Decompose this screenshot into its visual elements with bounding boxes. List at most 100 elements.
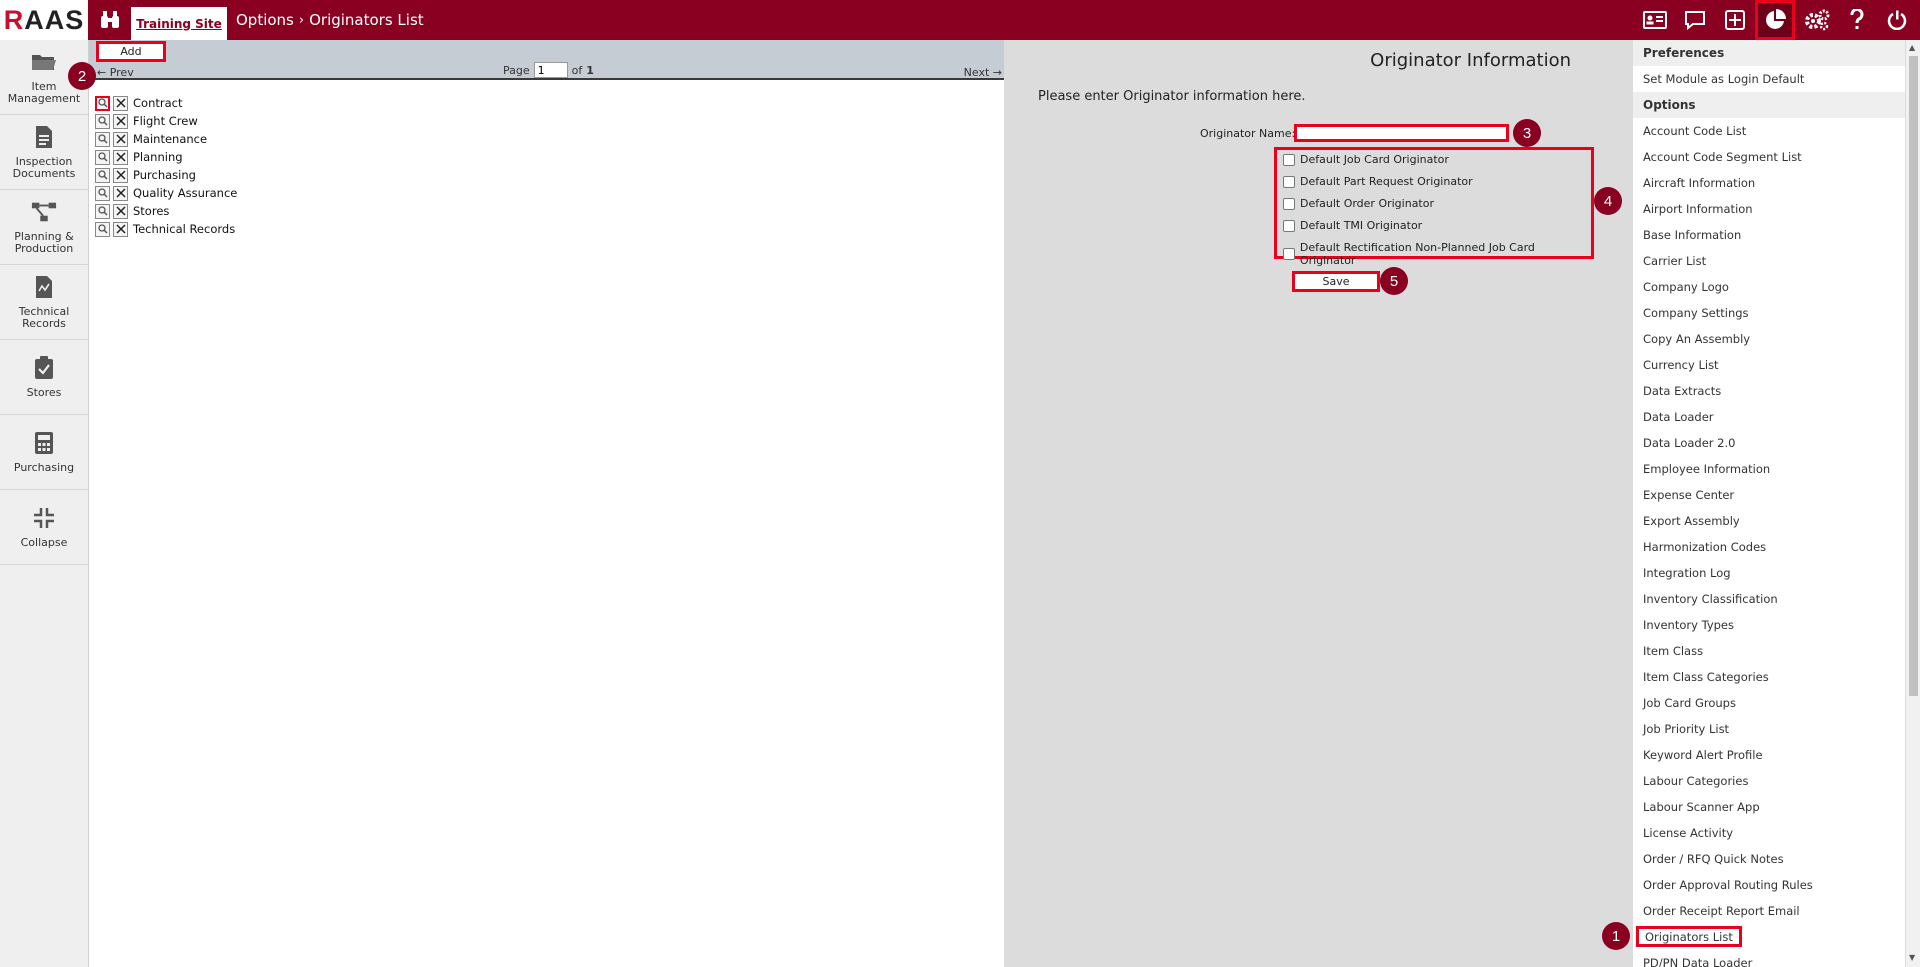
prev-link[interactable]: ← Prev (97, 66, 134, 79)
delete-icon[interactable] (113, 149, 128, 165)
checkbox-label[interactable]: Default Rectification Non-Planned Job Ca… (1300, 241, 1591, 267)
menu-item[interactable]: Item Class (1643, 644, 1703, 658)
row-label[interactable]: Purchasing (133, 168, 196, 182)
checkbox-label[interactable]: Default Job Card Originator (1300, 153, 1449, 166)
menu-item[interactable]: Data Loader (1643, 410, 1714, 424)
save-button[interactable]: Save (1292, 271, 1380, 292)
menu-item[interactable]: Harmonization Codes (1643, 540, 1766, 554)
help-icon[interactable] (1837, 0, 1877, 40)
nav-technical-records[interactable]: Technical Records (0, 265, 88, 340)
menu-item[interactable]: Inventory Classification (1643, 592, 1778, 606)
menu-item[interactable]: Job Card Groups (1643, 696, 1736, 710)
checkbox[interactable] (1283, 219, 1295, 232)
power-icon[interactable] (1877, 0, 1917, 40)
menu-item[interactable]: Labour Categories (1643, 774, 1748, 788)
delete-icon[interactable] (113, 221, 128, 237)
row-label[interactable]: Stores (133, 204, 169, 218)
checkbox-row[interactable]: Default Job Card Originator (1283, 153, 1449, 166)
view-icon[interactable] (95, 221, 110, 237)
checkbox-label[interactable]: Default TMI Originator (1300, 219, 1422, 232)
view-icon[interactable] (95, 95, 110, 111)
checkbox-row[interactable]: Default Order Originator (1283, 197, 1434, 210)
view-icon[interactable] (95, 203, 110, 219)
row-label[interactable]: Contract (133, 96, 182, 110)
menu-item[interactable]: PD/PN Data Loader (1643, 956, 1752, 967)
menu-item[interactable]: Integration Log (1643, 566, 1731, 580)
menu-item[interactable]: Company Logo (1643, 280, 1729, 294)
row-label[interactable]: Planning (133, 150, 183, 164)
checkbox-label[interactable]: Default Part Request Originator (1300, 175, 1473, 188)
menu-item[interactable]: Data Loader 2.0 (1643, 436, 1735, 450)
breadcrumb-parent[interactable]: Options (236, 11, 294, 29)
raas-logo[interactable]: R AAS (0, 0, 88, 40)
delete-icon[interactable] (113, 131, 128, 147)
menu-item[interactable]: Copy An Assembly (1643, 332, 1750, 346)
nav-collapse[interactable]: Collapse (0, 490, 88, 565)
delete-icon[interactable] (113, 113, 128, 129)
menu-item[interactable]: Export Assembly (1643, 514, 1740, 528)
checkbox[interactable] (1283, 153, 1295, 166)
checkbox-row[interactable]: Default TMI Originator (1283, 219, 1422, 232)
menu-item[interactable]: Order / RFQ Quick Notes (1643, 852, 1784, 866)
menu-item[interactable]: Aircraft Information (1643, 176, 1755, 190)
menu-item[interactable]: Account Code List (1643, 124, 1746, 138)
nav-purchasing[interactable]: Purchasing (0, 415, 88, 490)
next-link[interactable]: Next → (964, 66, 1002, 79)
page-input[interactable] (533, 62, 568, 78)
checkbox[interactable] (1283, 248, 1295, 260)
menu-item[interactable]: Employee Information (1643, 462, 1770, 476)
view-icon[interactable] (95, 167, 110, 183)
menu-item[interactable]: Currency List (1643, 358, 1719, 372)
menu-item[interactable]: Carrier List (1643, 254, 1706, 268)
menu-item[interactable]: Expense Center (1643, 488, 1734, 502)
menu-item[interactable]: Order Receipt Report Email (1643, 904, 1800, 918)
view-icon[interactable] (95, 185, 110, 201)
scroll-up-arrow-icon[interactable]: ▲ (1909, 43, 1915, 52)
contact-card-icon[interactable] (1635, 0, 1675, 40)
view-icon[interactable] (95, 149, 110, 165)
menu-item[interactable]: Data Extracts (1643, 384, 1721, 398)
delete-icon[interactable] (113, 185, 128, 201)
delete-icon[interactable] (113, 95, 128, 111)
menu-item[interactable]: Account Code Segment List (1643, 150, 1802, 164)
menu-item[interactable]: Set Module as Login Default (1643, 72, 1804, 86)
scroll-down-arrow-icon[interactable]: ▼ (1909, 953, 1915, 962)
view-icon[interactable] (95, 131, 110, 147)
menu-item-originators-list[interactable]: Originators List (1636, 926, 1742, 947)
menu-item[interactable]: Company Settings (1643, 306, 1749, 320)
row-label[interactable]: Quality Assurance (133, 186, 237, 200)
checkbox[interactable] (1283, 197, 1295, 210)
pie-chart-icon[interactable] (1755, 0, 1795, 40)
menu-item[interactable]: Airport Information (1643, 202, 1753, 216)
scrollbar[interactable]: ▲ ▼ (1905, 40, 1920, 967)
message-icon[interactable] (1675, 0, 1715, 40)
originator-name-input[interactable] (1294, 124, 1509, 142)
menu-item[interactable]: Order Approval Routing Rules (1643, 878, 1813, 892)
binoculars-icon[interactable] (96, 6, 124, 34)
view-icon[interactable] (95, 113, 110, 129)
site-tab[interactable]: Training Site (131, 7, 227, 40)
menu-item[interactable]: Base Information (1643, 228, 1741, 242)
menu-item[interactable]: Item Class Categories (1643, 670, 1769, 684)
row-label[interactable]: Flight Crew (133, 114, 198, 128)
scrollbar-thumb[interactable] (1909, 56, 1918, 696)
row-label[interactable]: Maintenance (133, 132, 207, 146)
checkbox[interactable] (1283, 175, 1295, 188)
row-label[interactable]: Technical Records (133, 222, 235, 236)
checkbox-label[interactable]: Default Order Originator (1300, 197, 1434, 210)
menu-item[interactable]: Labour Scanner App (1643, 800, 1760, 814)
menu-item[interactable]: Inventory Types (1643, 618, 1734, 632)
menu-item[interactable]: Keyword Alert Profile (1643, 748, 1763, 762)
nav-inspection-documents[interactable]: Inspection Documents (0, 115, 88, 190)
menu-item[interactable]: License Activity (1643, 826, 1733, 840)
delete-icon[interactable] (113, 203, 128, 219)
checkbox-row[interactable]: Default Part Request Originator (1283, 175, 1473, 188)
menu-item[interactable]: Job Priority List (1643, 722, 1729, 736)
add-square-icon[interactable] (1715, 0, 1755, 40)
gears-icon[interactable] (1797, 0, 1837, 40)
nav-stores[interactable]: Stores (0, 340, 88, 415)
add-button[interactable]: Add (96, 41, 166, 62)
checkbox-row[interactable]: Default Rectification Non-Planned Job Ca… (1283, 241, 1591, 267)
delete-icon[interactable] (113, 167, 128, 183)
nav-planning-production[interactable]: Planning & Production (0, 190, 88, 265)
